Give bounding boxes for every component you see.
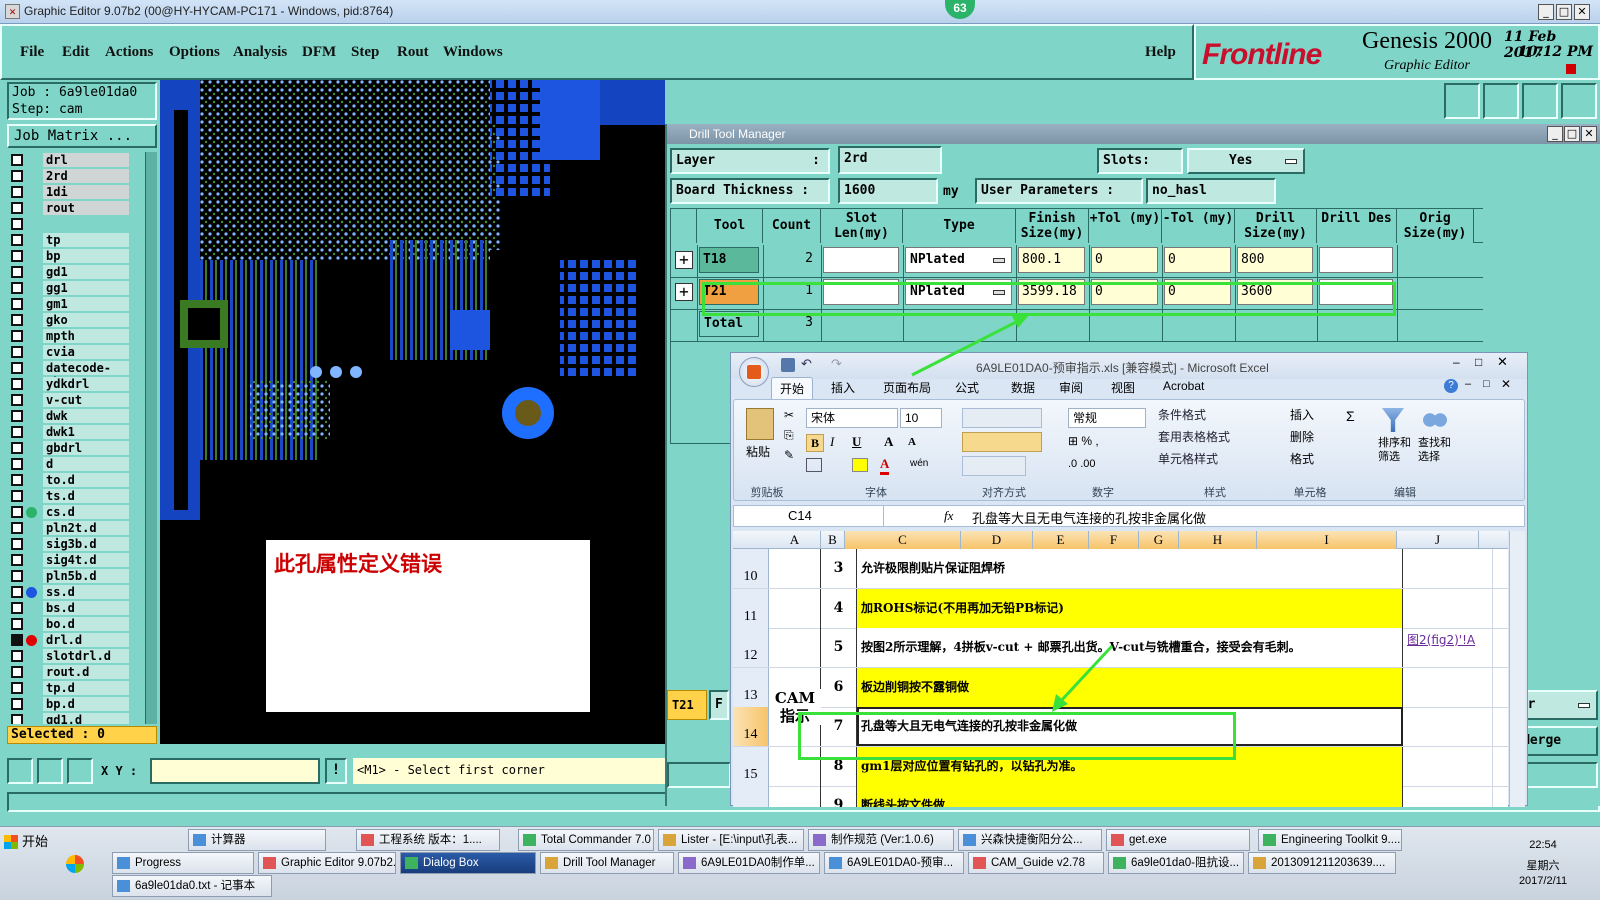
taskbar-button-label: 制作规范 (Ver:1.0.6) <box>831 834 934 846</box>
app-icon <box>545 857 558 869</box>
taskbar-button-label: 计算器 <box>211 834 246 846</box>
app-icon <box>683 857 696 869</box>
app-icon <box>405 857 418 869</box>
taskbar-button-label: 工程系统 版本：1.... <box>379 834 482 846</box>
taskbar-button[interactable]: 6a9le01da0.txt - 记事本 <box>112 875 272 897</box>
app-icon <box>1111 834 1124 846</box>
taskbar-button-label: Drill Tool Manager <box>563 857 656 869</box>
app-icon <box>813 834 826 846</box>
taskbar-button[interactable]: 2013091211203639.... <box>1248 852 1396 874</box>
taskbar-button-label: Progress <box>135 857 182 869</box>
taskbar-button-label: Lister - [E:\input\孔表... <box>681 834 798 846</box>
arrow-to-dtm <box>911 318 1021 377</box>
quicklaunch-icon[interactable] <box>66 855 84 873</box>
taskbar-row-3: 6a9le01da0.txt - 记事本 <box>112 875 1402 897</box>
taskbar-button-label: get.exe <box>1129 834 1167 846</box>
taskbar-button-label: Graphic Editor 9.07b2... <box>281 857 396 869</box>
taskbar-button-label: Engineering Toolkit 9.... <box>1281 834 1401 846</box>
taskbar-button-label: Dialog Box <box>423 857 479 869</box>
app-icon <box>361 834 374 846</box>
app-icon <box>263 857 276 869</box>
taskbar-button[interactable]: 制作规范 (Ver:1.0.6) <box>808 829 954 851</box>
taskbar-button[interactable]: Drill Tool Manager <box>540 852 674 874</box>
app-icon <box>829 857 842 869</box>
taskbar-button[interactable]: 6a9le01da0-阻抗设... <box>1108 852 1244 874</box>
clock-day: 星期六 <box>1526 860 1560 872</box>
taskbar-button-label: CAM_Guide v2.78 <box>991 857 1085 869</box>
app-icon <box>663 834 676 846</box>
taskbar-button[interactable]: 6A9LE01DA0-预审... <box>824 852 964 874</box>
app-icon <box>1263 834 1276 846</box>
app-icon <box>1253 857 1266 869</box>
taskbar-button[interactable]: Dialog Box <box>400 852 536 874</box>
taskbar-row-2: Progress Graphic Editor 9.07b2... Dialog B… <box>112 852 1402 874</box>
start-button[interactable]: 开始 <box>2 831 54 853</box>
clock-time: 22:54 <box>1529 839 1557 851</box>
taskbar-button[interactable]: Total Commander 7.0 ... <box>518 829 654 851</box>
taskbar-button-label: 6a9le01da0.txt - 记事本 <box>135 880 256 892</box>
start-label: 开始 <box>22 834 49 849</box>
taskbar-button[interactable]: 6A9LE01DA0制作单... <box>678 852 820 874</box>
arrow-to-dtm-head <box>1012 314 1030 328</box>
app-icon <box>523 834 536 846</box>
taskbar-button[interactable]: get.exe <box>1106 829 1250 851</box>
app-icon <box>193 834 206 846</box>
app-icon <box>117 857 130 869</box>
taskbar: 开始 计算器 工程系统 版本：1.... Total Commander 7.0 .… <box>0 826 1600 900</box>
app-icon <box>963 834 976 846</box>
taskbar-button[interactable]: 计算器 <box>188 829 326 851</box>
taskbar-button-label: 6a9le01da0-阻抗设... <box>1131 857 1240 869</box>
taskbar-button-label: 6A9LE01DA0制作单... <box>701 857 815 869</box>
app-icon <box>117 880 130 892</box>
taskbar-button[interactable]: Graphic Editor 9.07b2... <box>258 852 396 874</box>
taskbar-button[interactable]: Engineering Toolkit 9.... <box>1258 829 1402 851</box>
windows-logo-icon <box>4 835 18 849</box>
taskbar-button[interactable]: CAM_Guide v2.78 <box>968 852 1104 874</box>
taskbar-button[interactable]: Lister - [E:\input\孔表... <box>658 829 804 851</box>
system-tray-icons[interactable] <box>1410 829 1470 897</box>
taskbar-button[interactable]: 工程系统 版本：1.... <box>356 829 500 851</box>
app-icon <box>1113 857 1126 869</box>
clock-date[interactable]: 2017/2/11 <box>1508 875 1578 887</box>
taskbar-row-1: 计算器 工程系统 版本：1.... Total Commander 7.0 ... L… <box>112 829 1402 851</box>
app-icon <box>973 857 986 869</box>
annotation-arrows <box>911 314 1114 712</box>
taskbar-button[interactable]: 兴森快捷衡阳分公... <box>958 829 1102 851</box>
taskbar-button-label: 6A9LE01DA0-预审... <box>847 857 954 869</box>
taskbar-button[interactable]: Progress <box>112 852 254 874</box>
taskbar-button-label: 2013091211203639.... <box>1271 857 1386 869</box>
taskbar-button-label: 兴森快捷衡阳分公... <box>981 834 1083 846</box>
taskbar-button-label: Total Commander 7.0 ... <box>541 834 654 846</box>
arrow-to-row14 <box>1058 644 1114 704</box>
